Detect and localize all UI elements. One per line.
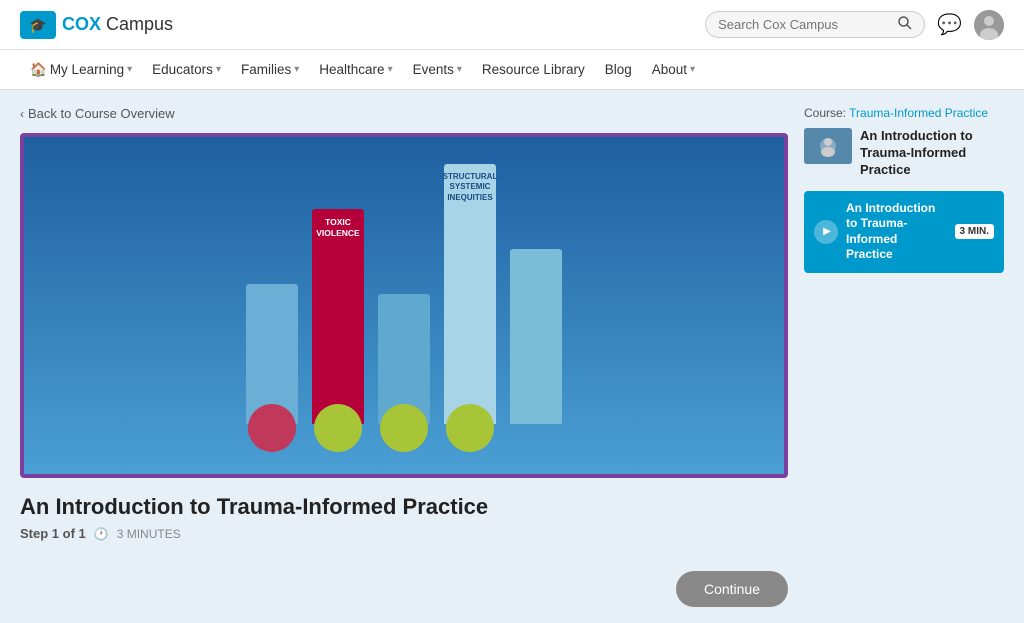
course-title: An Introduction to Trauma-Informed Pract… xyxy=(20,494,788,520)
back-to-course-link[interactable]: ‹ Back to Course Overview xyxy=(20,106,788,121)
sidebar-course-info: An Introduction to Trauma-Informed Pract… xyxy=(804,128,1004,179)
sidebar-thumbnail xyxy=(804,128,852,164)
video-player[interactable]: Trauma Content TOXICVIOLENCE xyxy=(20,133,788,478)
nav-resource-library-label: Resource Library xyxy=(482,62,585,77)
back-chevron-icon: ‹ xyxy=(20,107,24,121)
main-content: ‹ Back to Course Overview Trauma Content… xyxy=(0,90,1024,623)
nav-healthcare-label: Healthcare xyxy=(319,62,384,77)
nav-educators-chevron: ▾ xyxy=(216,64,221,75)
header-right: 💬 xyxy=(705,10,1004,40)
logo[interactable]: 🎓 COX Campus xyxy=(20,11,173,39)
bar-group-3 xyxy=(378,294,430,424)
continue-button[interactable]: Continue xyxy=(676,571,788,607)
back-link-text: Back to Course Overview xyxy=(28,106,175,121)
bar-2-label: TOXICVIOLENCE xyxy=(316,217,359,239)
search-button[interactable] xyxy=(898,16,912,33)
active-lesson-item[interactable]: ▶ An Introduction to Trauma-Informed Pra… xyxy=(804,191,1004,273)
bar-group-1 xyxy=(246,284,298,424)
nav-blog-label: Blog xyxy=(605,62,632,77)
clock-icon: 🕐 xyxy=(94,527,109,541)
duration-badge: 3 MIN. xyxy=(955,224,994,239)
sidebar-thumb-image xyxy=(804,128,852,164)
svg-text:🎓: 🎓 xyxy=(29,17,46,34)
circle-2 xyxy=(314,404,362,452)
nav-resource-library[interactable]: Resource Library xyxy=(472,50,595,90)
circle-4 xyxy=(446,404,494,452)
nav-families-chevron: ▾ xyxy=(294,64,299,75)
logo-icon: 🎓 xyxy=(20,11,56,39)
bar-group-2: TOXICVIOLENCE xyxy=(312,209,364,424)
duration-text: 3 MINUTES xyxy=(117,527,181,541)
avatar-image xyxy=(974,10,1004,40)
nav-my-learning-chevron: ▾ xyxy=(127,64,132,75)
nav-educators[interactable]: Educators ▾ xyxy=(142,50,231,90)
bar-2: TOXICVIOLENCE xyxy=(312,209,364,424)
sidebar-course-title: An Introduction to Trauma-Informed Pract… xyxy=(860,128,1004,179)
home-icon: 🏠 xyxy=(30,62,47,78)
sidebar-course-label-text: Course: xyxy=(804,106,846,120)
bar-group-4: STRUCTURALSYSTEMICINEQUITIES xyxy=(444,164,496,424)
nav-healthcare-chevron: ▾ xyxy=(388,64,393,75)
sidebar: Course: Trauma-Informed Practice An Intr… xyxy=(804,106,1004,607)
continue-btn-row: Continue xyxy=(20,571,788,607)
sidebar-course-label: Course: Trauma-Informed Practice xyxy=(804,106,1004,120)
bar-4: STRUCTURALSYSTEMICINEQUITIES xyxy=(444,164,496,424)
nav-blog[interactable]: Blog xyxy=(595,50,642,90)
step-text: Step 1 of 1 xyxy=(20,526,86,541)
logo-text: COX Campus xyxy=(62,14,173,35)
nav-events-label: Events xyxy=(413,62,454,77)
main-nav: 🏠 My Learning ▾ Educators ▾ Families ▾ H… xyxy=(0,50,1024,90)
content-column: ‹ Back to Course Overview Trauma Content… xyxy=(20,106,788,607)
lesson-title: An Introduction to Trauma-Informed Pract… xyxy=(846,201,947,263)
nav-educators-label: Educators xyxy=(152,62,213,77)
search-icon xyxy=(898,16,912,30)
search-box xyxy=(705,11,925,38)
nav-my-learning-label: My Learning xyxy=(50,62,124,77)
step-info: Step 1 of 1 🕐 3 MINUTES xyxy=(20,526,788,541)
avatar[interactable] xyxy=(974,10,1004,40)
play-icon: ▶ xyxy=(823,226,831,237)
messages-icon[interactable]: 💬 xyxy=(937,12,962,37)
nav-families-label: Families xyxy=(241,62,291,77)
nav-families[interactable]: Families ▾ xyxy=(231,50,309,90)
circle-1 xyxy=(248,404,296,452)
nav-about-chevron: ▾ xyxy=(690,64,695,75)
nav-my-learning[interactable]: 🏠 My Learning ▾ xyxy=(20,50,142,90)
bar-group-5 xyxy=(510,249,562,424)
nav-about[interactable]: About ▾ xyxy=(642,50,705,90)
nav-events-chevron: ▾ xyxy=(457,64,462,75)
nav-healthcare[interactable]: Healthcare ▾ xyxy=(309,50,402,90)
sidebar-course-link[interactable]: Trauma-Informed Practice xyxy=(849,106,988,120)
sidebar-course-link-text: Trauma-Informed Practice xyxy=(849,106,988,120)
bar-1 xyxy=(246,284,298,424)
bar-4-label: STRUCTURALSYSTEMICINEQUITIES xyxy=(443,172,498,203)
search-input[interactable] xyxy=(718,17,898,32)
header: 🎓 COX Campus 💬 xyxy=(0,0,1024,50)
nav-events[interactable]: Events ▾ xyxy=(403,50,472,90)
nav-about-label: About xyxy=(652,62,687,77)
play-button[interactable]: ▶ xyxy=(814,220,838,244)
bar-5 xyxy=(510,249,562,424)
circle-3 xyxy=(380,404,428,452)
